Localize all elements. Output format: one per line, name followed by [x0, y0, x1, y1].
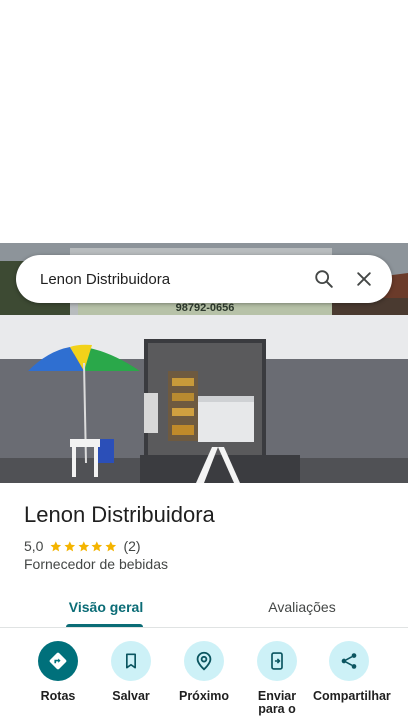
tab-reviews[interactable]: Avaliações: [196, 587, 408, 627]
send-to-phone-icon: [257, 641, 297, 681]
tab-bar: Visão geral Avaliações: [0, 587, 408, 628]
review-count: (2): [123, 538, 141, 554]
rating-stars: [49, 540, 117, 553]
share-label: Compartilhar: [313, 689, 391, 703]
star-icon: [91, 540, 103, 551]
rating-value: 5,0: [24, 538, 44, 554]
send-to-phone-button[interactable]: Enviar para o: [237, 641, 317, 716]
active-tab-indicator: [66, 624, 143, 627]
place-title: Lenon Distribuidora: [24, 502, 215, 527]
star-icon: [64, 540, 76, 551]
send-to-phone-label: Enviar para o: [257, 689, 297, 716]
rating-row[interactable]: 5,0 (2): [24, 537, 141, 555]
bookmark-icon: [111, 641, 151, 681]
directions-icon: [38, 641, 78, 681]
directions-label: Rotas: [40, 689, 76, 703]
search-query[interactable]: Lenon Distribuidora: [40, 271, 304, 288]
star-icon: [105, 540, 116, 551]
save-label: Salvar: [112, 689, 150, 703]
save-button[interactable]: Salvar: [91, 641, 171, 703]
place-screen: 98792-0656 Lenon Distribuidora Lenon Dis…: [0, 0, 408, 726]
share-button[interactable]: Compartilhar: [309, 641, 391, 703]
search-bar[interactable]: Lenon Distribuidora: [16, 255, 392, 303]
directions-button[interactable]: Rotas: [18, 641, 98, 703]
tab-overview[interactable]: Visão geral: [0, 587, 212, 627]
nearby-icon: [184, 641, 224, 681]
action-row: Rotas Salvar Próximo Enviar para o Compa…: [0, 641, 408, 726]
place-sheet: Lenon Distribuidora 5,0 (2) Fornecedor d…: [0, 483, 408, 726]
star-icon: [78, 540, 89, 551]
share-icon: [329, 641, 369, 681]
star-icon: [50, 540, 62, 551]
sign-text: 98792-0656: [176, 302, 235, 314]
place-category: Fornecedor de bebidas: [24, 556, 168, 572]
search-icon[interactable]: [304, 259, 344, 299]
close-icon[interactable]: [344, 259, 384, 299]
nearby-label: Próximo: [178, 689, 229, 703]
nearby-button[interactable]: Próximo: [164, 641, 244, 703]
